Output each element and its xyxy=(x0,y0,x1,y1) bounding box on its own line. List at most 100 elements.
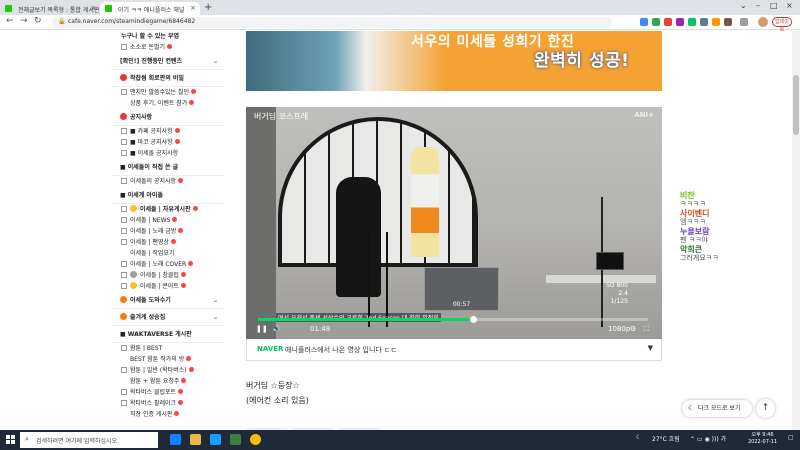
sidebar-menu-item[interactable]: 이세돌 | 노래 금방 xyxy=(112,226,224,237)
sidebar-menu-item[interactable]: 직장 인증 게시판 xyxy=(112,409,224,420)
sidebar-menu-item[interactable]: 이세돌의 공지사항 xyxy=(112,176,224,187)
settings-icon[interactable]: ⚙ xyxy=(630,325,636,333)
sidebar-menu-item[interactable]: 왁타버스 팔레이크 xyxy=(112,398,224,409)
weather-text[interactable]: 27°C 흐림 xyxy=(652,434,680,443)
chevron-down-icon[interactable]: ⌄ xyxy=(213,309,218,326)
progress-knob[interactable] xyxy=(469,316,477,323)
chat-username[interactable]: 사이벤디 xyxy=(680,210,800,218)
extension-icon[interactable] xyxy=(700,18,708,26)
notification-icon[interactable]: ▢ xyxy=(788,434,794,441)
banner-image: 서우의 미세돌 성희기 한진 완벽히 성공! xyxy=(246,31,662,91)
tab-search-icon[interactable]: ⌄ xyxy=(740,1,747,10)
video-progress-bar[interactable] xyxy=(258,316,648,323)
caption-expand-icon[interactable]: ▼ xyxy=(648,344,653,352)
dark-mode-button[interactable]: ☾ 다크 모드로 보기 xyxy=(682,400,752,417)
sidebar-menu-item[interactable]: 이세돌 | 자유게시판 xyxy=(112,204,224,215)
profile-avatar[interactable] xyxy=(758,17,768,27)
taskbar-clock[interactable]: 오후 9:46 2022-07-11 xyxy=(748,432,777,446)
sidebar-section-header[interactable]: ■ WAKTAVERSE 게시판 xyxy=(112,326,224,343)
chat-username[interactable]: 비찬 xyxy=(680,192,800,200)
video-player[interactable]: 버거딤 코스프레 ANI+ SO 8002.41/125 00:57 여서 오래… xyxy=(246,107,662,339)
reload-button[interactable]: ↻ xyxy=(34,16,42,26)
sidebar-item-label: 소소로 돈벌기 xyxy=(130,44,166,51)
new-tab-button[interactable]: + xyxy=(204,2,212,13)
sidebar-menu-item[interactable]: 소소로 돈벌기 xyxy=(112,42,224,53)
sidebar-menu-item[interactable]: 이세돌 | 콘아트 xyxy=(112,281,224,292)
orange-icon xyxy=(120,296,127,303)
taskbar-search-input[interactable]: ⌕ 검색하려면 여기에 입력하십시오. xyxy=(20,432,158,448)
chevron-down-icon[interactable]: ⌄ xyxy=(213,292,218,309)
close-tab-icon[interactable]: × xyxy=(90,4,96,12)
extension-icon[interactable] xyxy=(688,18,696,26)
sidebar-section-header[interactable]: [확인!] 진행중인 컨텐츠 ⌄ xyxy=(112,53,224,70)
sidebar-menu-item[interactable]: 이세돌 | 노래 COVER xyxy=(112,259,224,270)
play-icon[interactable]: ❚❚ xyxy=(256,325,268,333)
back-button[interactable]: ← xyxy=(6,16,14,26)
url-input[interactable]: 🔒 cafe.naver.com/steamindiegame/6846482 xyxy=(52,17,612,28)
fullscreen-icon[interactable]: ⛶ xyxy=(644,325,649,334)
sidebar-menu-item[interactable]: 왐툰 | 일반 (왁타버스) xyxy=(112,365,224,376)
quality-label[interactable]: 1080p xyxy=(608,325,630,333)
extension-icon[interactable] xyxy=(676,18,684,26)
sidebar-item-label: 누구나 할 수 있는 부엽 xyxy=(121,33,180,40)
sidebar-menu-item[interactable]: ■ 마코 공지사항 xyxy=(112,137,224,148)
sidebar-item-label: ■ 이세돌이 직접 쓴 글 xyxy=(120,164,179,171)
post-text-line: (에어컨 소리 있음) xyxy=(246,396,309,405)
sidebar-menu-item[interactable]: 이세돌 | 작업요기 xyxy=(112,248,224,259)
edge-icon[interactable] xyxy=(170,434,181,445)
chat-message: ㅋㅋㅋㅋ xyxy=(680,200,706,208)
sidebar-menu-item[interactable]: 누구나 할 수 있는 부엽 xyxy=(112,31,224,42)
extension-icon[interactable] xyxy=(652,18,660,26)
forward-button[interactable]: → xyxy=(20,16,28,26)
chat-username[interactable]: 누을보람 xyxy=(680,228,800,236)
sidebar-section-header[interactable]: 즐겨게 성숭집 ⌄ xyxy=(112,309,224,326)
sidebar-menu-item[interactable]: BEST 왐툰 작가의 방 xyxy=(112,354,224,365)
sidebar-menu-item[interactable]: 이세돌 | 팬영상 xyxy=(112,237,224,248)
scrollbar-thumb[interactable] xyxy=(793,75,799,135)
volume-icon[interactable]: 🔊 xyxy=(272,325,281,333)
close-tab-icon[interactable]: × xyxy=(190,4,196,12)
chevron-down-icon[interactable]: ⌄ xyxy=(213,53,218,70)
close-window-button[interactable]: × xyxy=(786,1,793,10)
sidebar-section-header[interactable]: 공지사항 xyxy=(112,109,224,126)
sidebar-menu-item[interactable]: ■ 이세돌 공지사항 xyxy=(112,148,224,159)
sidebar-item-label: 맨지만 말씀수있는 칠인 xyxy=(130,89,190,96)
sidebar-menu-item[interactable]: 맨지만 말씀수있는 칠인 xyxy=(112,87,224,98)
page-scrollbar[interactable] xyxy=(792,31,800,430)
chat-username[interactable]: 악희큰 xyxy=(680,246,800,254)
sidebar-menu-item[interactable]: 왐툰 | BEST xyxy=(112,343,224,354)
tray-icons[interactable]: ⌃ ▭ ◉ ))) 가 xyxy=(690,434,726,443)
new-post-badge-icon xyxy=(174,128,180,133)
extension-icon[interactable] xyxy=(640,18,648,26)
browser-tab-active[interactable]: 이기 ㅋㅋ 애니플러스 채널 × xyxy=(100,2,200,15)
sidebar-menu-item[interactable]: 왁타버스 클립포트 xyxy=(112,387,224,398)
sidebar-menu-item[interactable]: ■ 카페 공지사항 xyxy=(112,126,224,137)
browser-tab[interactable]: 전체글보기 목록형 : 통합 게시판 × xyxy=(0,2,100,15)
sidebar-menu-item[interactable]: 이세돌 | NEWS xyxy=(112,215,224,226)
update-button[interactable]: 업데이트 xyxy=(772,17,792,33)
board-icon xyxy=(121,150,127,156)
extension-icon[interactable] xyxy=(712,18,720,26)
sidebar-section-header[interactable]: 이세돌 도와수기 ⌄ xyxy=(112,292,224,309)
scroll-top-button[interactable]: ↑ xyxy=(756,399,775,418)
weather-icon[interactable]: ☾ xyxy=(636,434,641,441)
sidebar-menu-item[interactable]: 상품 후기, 이벤트 참가 xyxy=(112,98,224,109)
chat-overlay: 비찬 ㅋㅋㅋㅋ 사이벤디 엠ㅋㅋㅋ 누을보람 팬 ㅋㅋ야 악희큰 그러게요ㅋㅋ xyxy=(680,192,800,264)
sidebar-section-header[interactable]: ■ 이세계 아이돌 xyxy=(112,187,224,204)
sidebar-section-header[interactable]: 착잡썸 회로판의 비밀 xyxy=(112,70,224,87)
sidebar-section-header[interactable]: ■ 이세돌이 직접 쓴 글 xyxy=(112,159,224,176)
extension-icon[interactable] xyxy=(724,18,732,26)
sidebar-menu-item[interactable]: 왐툰 + 왐툰 요청주 xyxy=(112,376,224,387)
puzzle-icon[interactable] xyxy=(740,18,748,26)
steam-icon[interactable] xyxy=(210,434,221,445)
maximize-button[interactable]: □ xyxy=(770,1,778,10)
sidebar-item-label: 이세돌 | 자유게시판 xyxy=(140,206,191,213)
extension-icon[interactable] xyxy=(664,18,672,26)
app-icon[interactable] xyxy=(230,434,241,445)
sidebar-menu-item[interactable]: 이세돌 | 창클럽 xyxy=(112,270,224,281)
file-explorer-icon[interactable] xyxy=(190,434,201,445)
clock-time: 오후 9:46 xyxy=(751,432,774,438)
chrome-icon[interactable] xyxy=(250,434,261,445)
windows-start-icon[interactable] xyxy=(6,435,16,445)
minimize-button[interactable]: – xyxy=(756,1,760,10)
